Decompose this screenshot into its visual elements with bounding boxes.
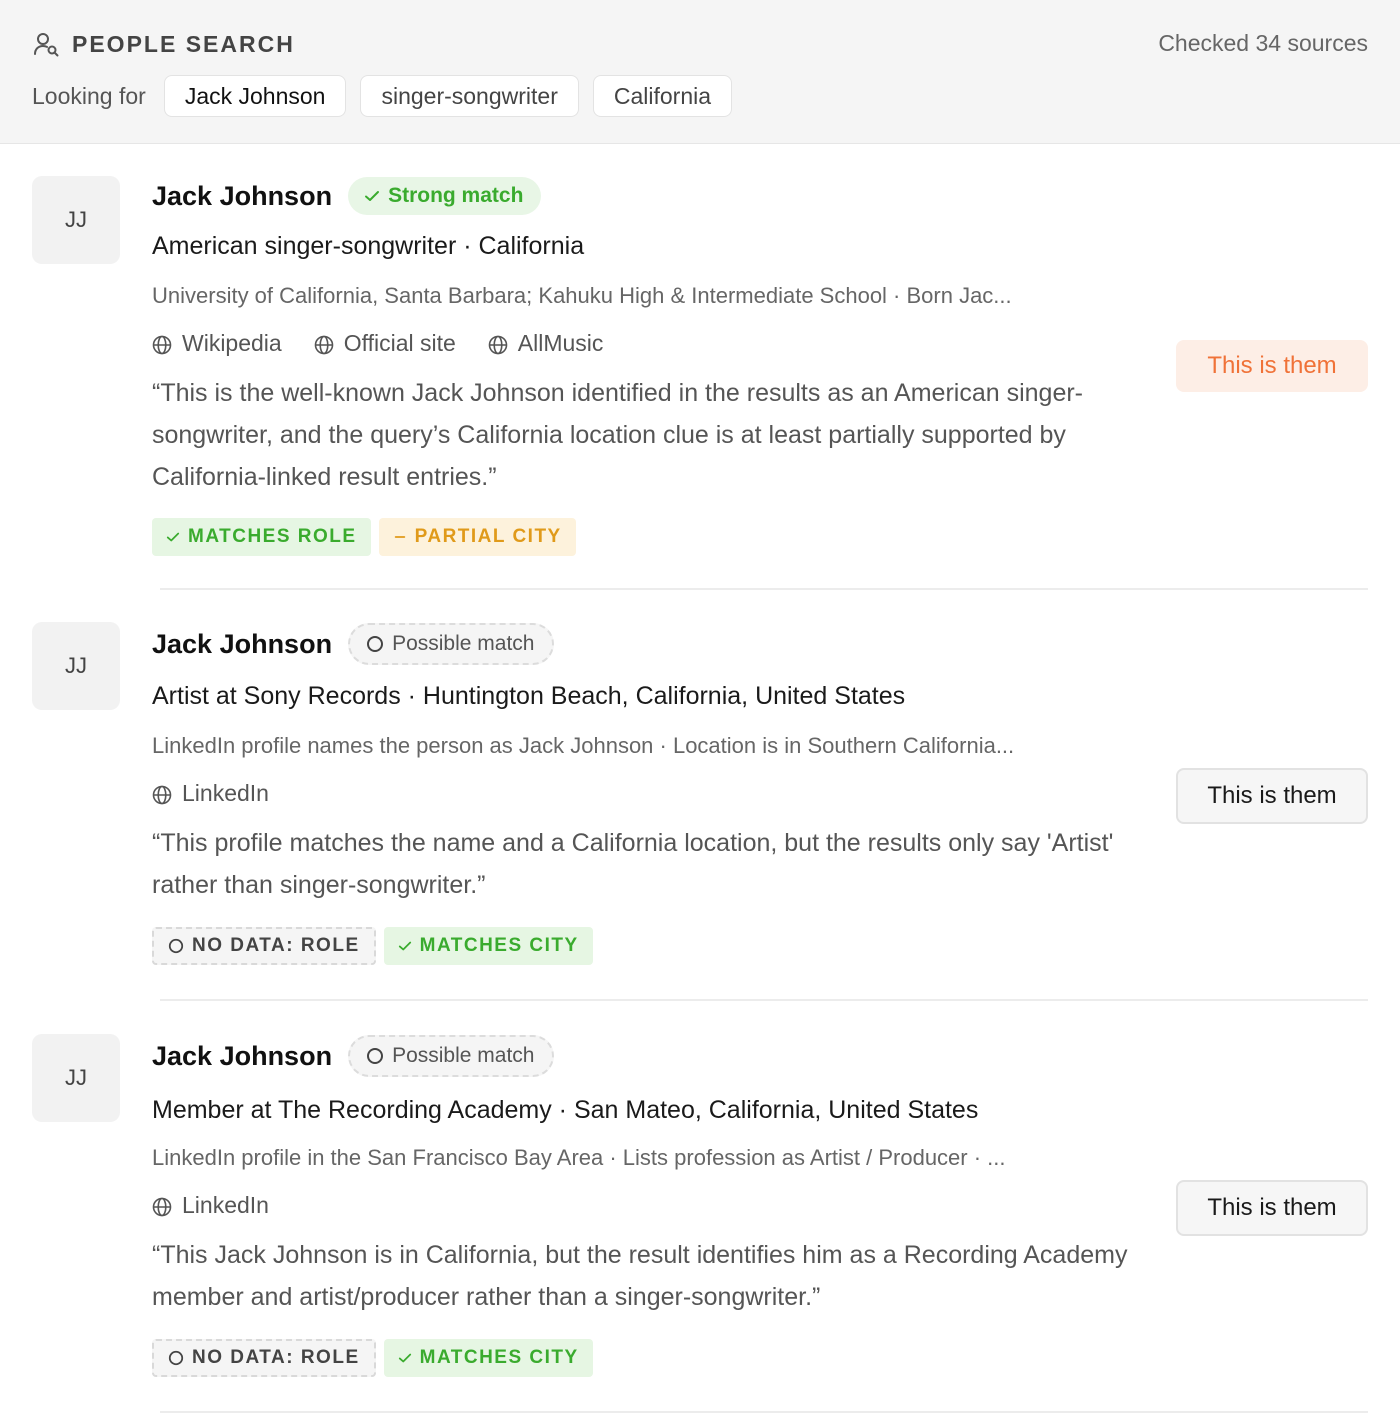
avatar: JJ — [32, 1034, 120, 1122]
check-icon — [398, 1351, 412, 1365]
source-label: Wikipedia — [182, 330, 282, 356]
globe-icon — [314, 334, 334, 354]
source-link-linkedin[interactable]: LinkedIn — [152, 780, 269, 807]
result-divider — [160, 588, 1368, 590]
query-chip-role[interactable]: singer-songwriter — [360, 75, 579, 117]
result-name: Jack Johnson — [152, 180, 333, 211]
match-badge: Possible match — [348, 1035, 555, 1077]
tag-no-data-role: NO DATA: ROLE — [152, 1339, 376, 1377]
confirm-identity-button[interactable]: This is them — [1176, 768, 1368, 824]
tag-label: NO DATA: ROLE — [192, 1347, 360, 1368]
globe-icon — [152, 784, 172, 804]
result-tags: NO DATA: ROLE MATCHES CITY — [152, 927, 601, 965]
query-chip-location[interactable]: California — [592, 75, 733, 117]
source-link-allmusic[interactable]: AllMusic — [488, 330, 604, 357]
result-divider — [160, 1411, 1368, 1413]
confirm-identity-button[interactable]: This is them — [1176, 1180, 1368, 1236]
result-name: Jack Johnson — [152, 1040, 333, 1071]
tag-label: NO DATA: ROLE — [192, 935, 360, 956]
source-link-official-site[interactable]: Official site — [314, 330, 456, 357]
check-icon — [166, 530, 180, 544]
result-subline: LinkedIn profile names the person as Jac… — [152, 733, 1015, 758]
avatar: JJ — [32, 176, 120, 264]
result-rationale: “This Jack Johnson is in California, but… — [152, 1241, 1128, 1311]
tag-matches-role: MATCHES ROLE — [152, 518, 371, 556]
query-chip-name[interactable]: Jack Johnson — [163, 75, 347, 117]
result-name-row: Jack Johnson Possible match — [152, 622, 555, 666]
match-badge: Possible match — [348, 623, 555, 665]
result-headline: American singer-songwriter · California — [152, 232, 585, 260]
result-sources: Wikipedia Official site AllMusic — [152, 330, 635, 357]
result-name: Jack Johnson — [152, 628, 333, 659]
match-badge-label: Possible match — [392, 1044, 535, 1067]
looking-for-label: Looking for — [32, 82, 146, 109]
result-sources: LinkedIn — [152, 780, 301, 807]
result-subline: University of California, Santa Barbara;… — [152, 283, 1012, 308]
person-search-icon — [32, 30, 60, 58]
tag-label: PARTIAL CITY — [414, 526, 562, 547]
tag-label: MATCHES CITY — [419, 935, 579, 956]
globe-icon — [152, 334, 172, 354]
source-link-linkedin[interactable]: LinkedIn — [152, 1192, 269, 1219]
match-badge-label: Possible match — [392, 632, 535, 655]
page-title: PEOPLE SEARCH — [72, 30, 295, 57]
globe-icon — [152, 1196, 172, 1216]
match-badge: Strong match — [348, 177, 542, 215]
result-tags: MATCHES ROLE PARTIAL CITY — [152, 518, 584, 556]
circle-icon — [168, 1350, 184, 1366]
search-header: PEOPLE SEARCH Checked 34 sources Looking… — [0, 0, 1400, 144]
tag-matches-city: MATCHES CITY — [383, 927, 593, 965]
circle-icon — [366, 1047, 384, 1065]
tag-partial-city: PARTIAL CITY — [378, 518, 576, 556]
result-name-row: Jack Johnson Possible match — [152, 1034, 555, 1078]
confirm-identity-button[interactable]: This is them — [1176, 340, 1368, 392]
result-sources: LinkedIn — [152, 1192, 301, 1219]
tag-label: MATCHES ROLE — [188, 526, 357, 547]
source-link-wikipedia[interactable]: Wikipedia — [152, 330, 282, 357]
check-icon — [364, 188, 380, 204]
source-label: Official site — [343, 330, 456, 356]
checked-sources-count: Checked 34 sources — [1158, 30, 1368, 56]
match-badge-label: Strong match — [388, 184, 524, 207]
query-chips-row: Looking for Jack Johnson singer-songwrit… — [32, 75, 746, 117]
result-headline: Member at The Recording Academy · San Ma… — [152, 1096, 979, 1124]
globe-icon — [488, 334, 508, 354]
result-rationale: “This profile matches the name and a Cal… — [152, 829, 1114, 899]
result-rationale: “This is the well-known Jack Johnson ide… — [152, 379, 1083, 491]
source-label: LinkedIn — [182, 780, 269, 806]
header-title-row: PEOPLE SEARCH — [32, 30, 295, 58]
result-name-row: Jack Johnson Strong match — [152, 176, 542, 216]
avatar: JJ — [32, 622, 120, 710]
result-subline: LinkedIn profile in the San Francisco Ba… — [152, 1145, 1006, 1170]
tag-no-data-role: NO DATA: ROLE — [152, 927, 376, 965]
result-headline: Artist at Sony Records · Huntington Beac… — [152, 682, 906, 710]
source-label: AllMusic — [517, 330, 604, 356]
check-icon — [398, 939, 412, 953]
tag-matches-city: MATCHES CITY — [383, 1339, 593, 1377]
tag-label: MATCHES CITY — [419, 1347, 579, 1368]
source-label: LinkedIn — [182, 1192, 269, 1218]
circle-icon — [366, 635, 384, 653]
dash-icon — [393, 530, 407, 544]
circle-icon — [168, 938, 184, 954]
result-divider — [160, 999, 1368, 1001]
result-tags: NO DATA: ROLE MATCHES CITY — [152, 1339, 601, 1377]
